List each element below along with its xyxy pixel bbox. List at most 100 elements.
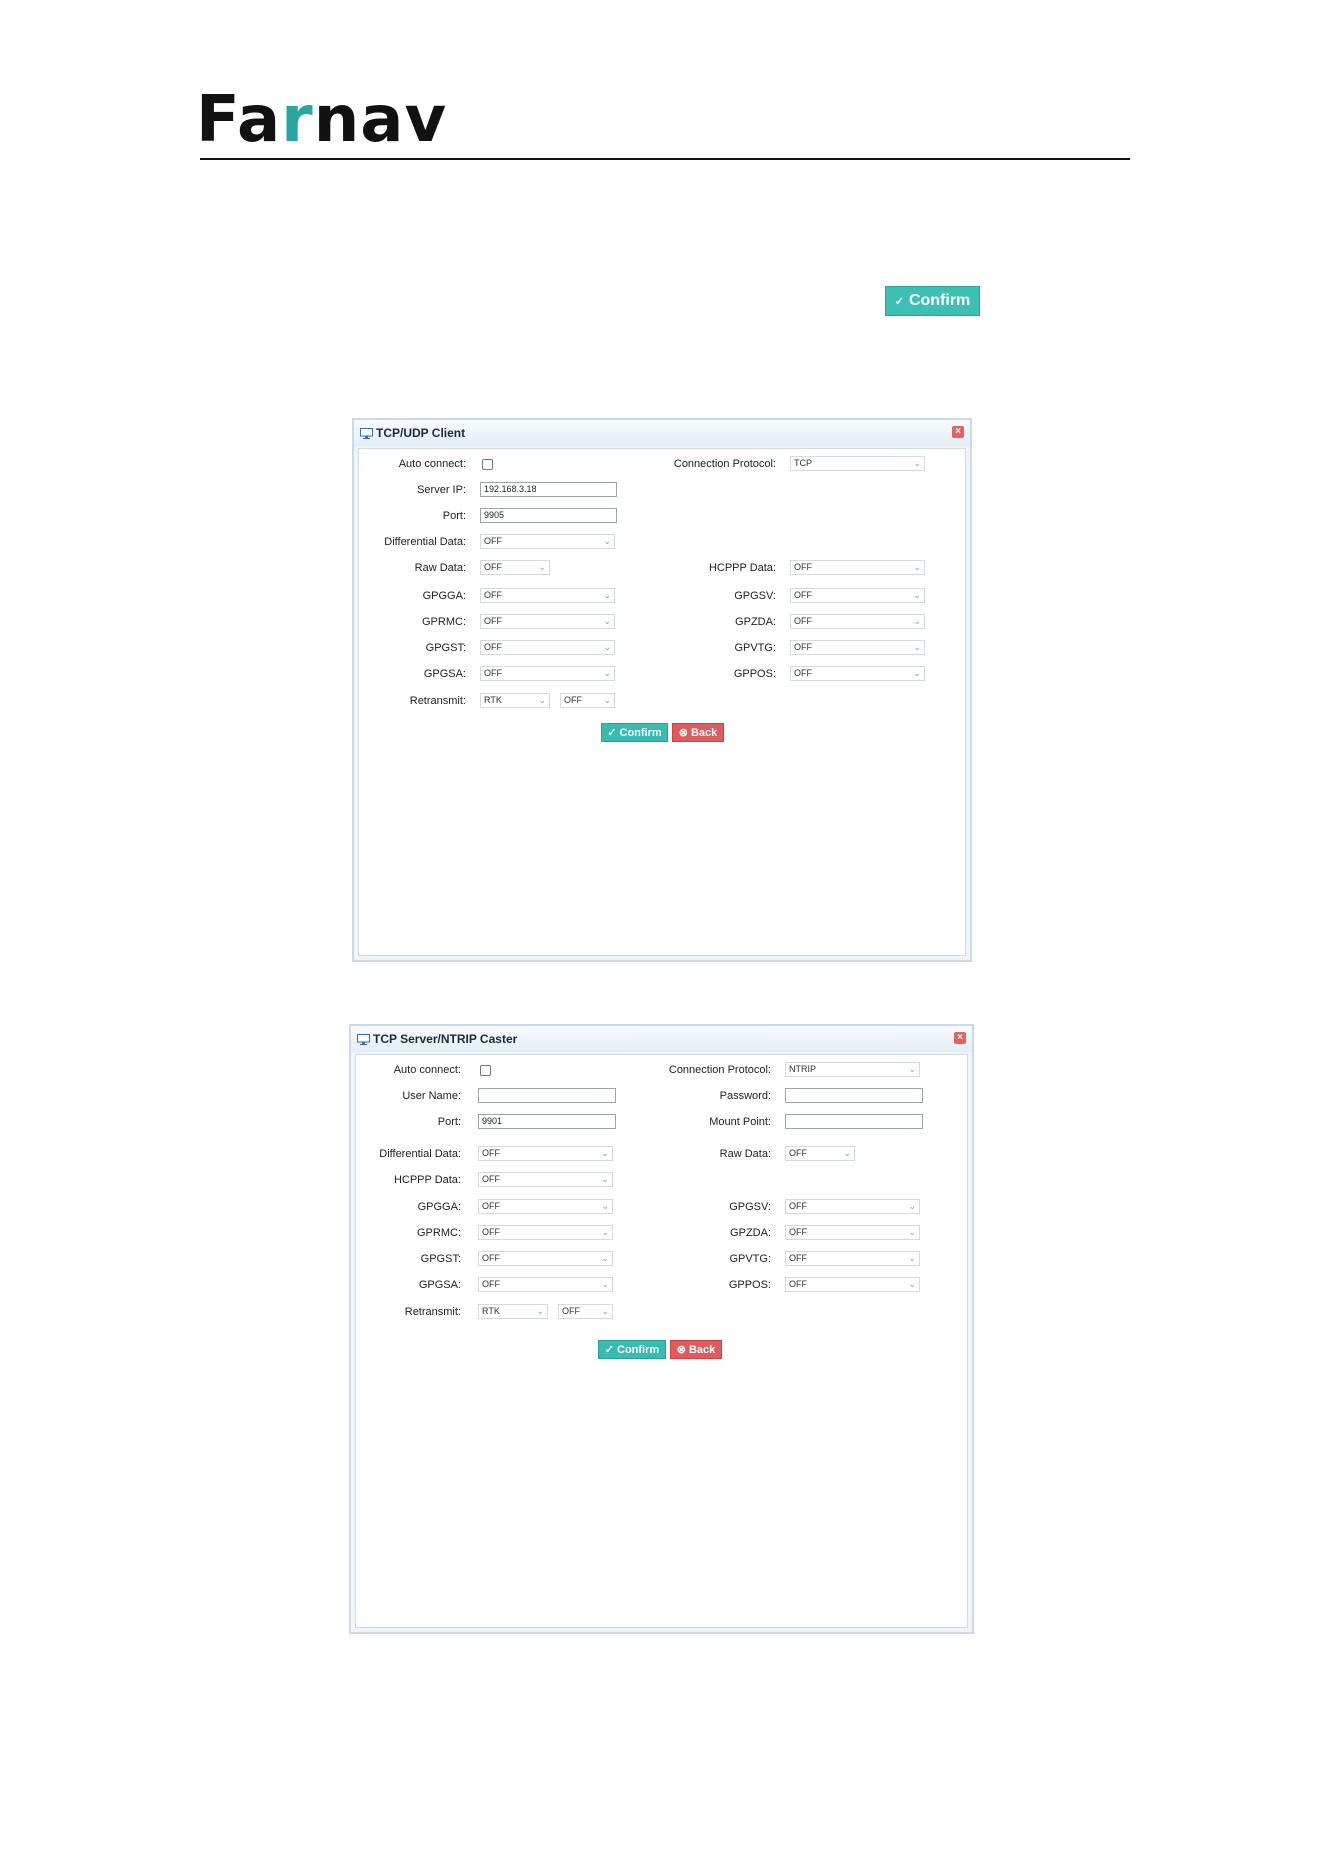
gprmc-label: GPRMC: (417, 1227, 461, 1239)
password-input[interactable] (785, 1088, 923, 1103)
gpgga-value: OFF (484, 590, 502, 600)
retransmit-secondary-select[interactable]: OFF ⌄ (558, 1304, 613, 1319)
gpgsa-select[interactable]: OFF ⌄ (478, 1277, 613, 1292)
inline-confirm-label: Confirm (908, 292, 971, 309)
auto-connect-checkbox[interactable] (482, 459, 493, 470)
dialog-titlebar: TCP/UDP Client × (354, 420, 970, 446)
header-divider (200, 158, 1130, 160)
chevron-down-icon: ⌄ (536, 1306, 544, 1316)
gpgsv-value: OFF (794, 590, 812, 600)
gpgsa-label: GPGSA: (418, 1279, 461, 1291)
port-label: Port: (437, 1116, 461, 1128)
dialog-title: TCP/UDP Client (376, 426, 466, 440)
close-icon[interactable]: × (952, 426, 964, 438)
port-input[interactable]: 9905 (480, 508, 617, 523)
username-label: User Name: (402, 1090, 461, 1102)
chevron-down-icon: ⌄ (601, 1148, 609, 1158)
chevron-down-icon: ⌄ (913, 590, 921, 600)
retransmit-value: RTK (484, 695, 502, 705)
username-input[interactable] (478, 1088, 616, 1103)
gpgga-select[interactable]: OFF ⌄ (480, 588, 615, 603)
raw-data-value: OFF (484, 562, 502, 572)
gpgsa-select[interactable]: OFF ⌄ (480, 666, 615, 681)
chevron-down-icon: ⌄ (603, 642, 611, 652)
raw-data-select[interactable]: OFF ⌄ (480, 560, 550, 575)
mount-point-label: Mount Point: (709, 1116, 771, 1128)
differential-data-select[interactable]: OFF ⌄ (478, 1146, 613, 1161)
gpvtg-select[interactable]: OFF ⌄ (790, 640, 925, 655)
gpgga-label: GPGGA: (417, 1201, 461, 1213)
hcppp-data-value: OFF (482, 1174, 500, 1184)
connection-protocol-select[interactable]: NTRIP ⌄ (785, 1062, 920, 1077)
auto-connect-checbox[interactable] (480, 1065, 491, 1076)
raw-data-value: OFF (789, 1148, 807, 1158)
gpgsv-select[interactable]: OFF ⌄ (785, 1199, 920, 1214)
gpgst-value: OFF (482, 1253, 500, 1263)
gprmc-value: OFF (482, 1227, 500, 1237)
gpvtg-select[interactable]: OFF ⌄ (785, 1251, 920, 1266)
chevron-down-icon: ⌄ (601, 1279, 609, 1289)
hcppp-data-label: HCPPP Data: (393, 1174, 461, 1186)
hcppp-data-value: OFF (794, 562, 812, 572)
raw-data-label: Raw Data: (414, 562, 466, 574)
x-circle-icon: ⊗ (676, 1344, 686, 1356)
gpzda-value: OFF (789, 1227, 807, 1237)
retransmit-secondary-select[interactable]: OFF ⌄ (560, 693, 615, 708)
hcppp-data-select[interactable]: OFF ⌄ (790, 560, 925, 575)
gprmc-value: OFF (484, 616, 502, 626)
confirm-label: Confirm (619, 726, 662, 739)
gpgst-select[interactable]: OFF ⌄ (480, 640, 615, 655)
gpgst-label: GPGST: (425, 642, 466, 654)
chevron-down-icon: ⌄ (603, 668, 611, 678)
confirm-button[interactable]: ✓ Confirm (601, 723, 668, 742)
chevron-down-icon: ⌄ (908, 1201, 916, 1211)
server-ip-input[interactable]: 192.168.3.18 (480, 482, 617, 497)
differential-data-value: OFF (484, 536, 502, 546)
chevron-down-icon: ⌄ (538, 562, 546, 572)
server-ip-label: Server IP: (417, 484, 466, 496)
chevron-down-icon: ⌄ (913, 562, 921, 572)
differential-data-label: Differential Data: (384, 536, 466, 548)
gprmc-select[interactable]: OFF ⌄ (480, 614, 615, 629)
gpvtg-value: OFF (789, 1253, 807, 1263)
retransmit-select[interactable]: RTK ⌄ (480, 693, 550, 708)
chevron-down-icon: ⌄ (538, 695, 546, 705)
differential-data-select[interactable]: OFF ⌄ (480, 534, 615, 549)
chevron-down-icon: ⌄ (601, 1227, 609, 1237)
mount-point-input[interactable] (785, 1114, 923, 1129)
back-button[interactable]: ⊗ Back (670, 1340, 722, 1359)
farnav-logo: Farnav (196, 83, 448, 157)
confirm-button[interactable]: ✓ Confirm (598, 1340, 666, 1359)
gppos-select[interactable]: OFF ⌄ (790, 666, 925, 681)
connection-protocol-value: TCP (794, 458, 812, 468)
gpgsa-value: OFF (484, 668, 502, 678)
auto-connect-label: Auto connect: (398, 458, 466, 470)
tcp-server-ntrip-caster-dialog: TCP Server/NTRIP Caster × Auto connect: … (349, 1024, 974, 1634)
connection-protocol-select[interactable]: TCP ⌄ (790, 456, 925, 471)
chevron-down-icon: ⌄ (913, 642, 921, 652)
gpgga-select[interactable]: OFF ⌄ (478, 1199, 613, 1214)
hcppp-data-select[interactable]: OFF ⌄ (478, 1172, 613, 1187)
back-label: Back (690, 726, 718, 739)
chevron-down-icon: ⌄ (913, 616, 921, 626)
back-button[interactable]: ⊗ Back (672, 723, 724, 742)
gpgsv-select[interactable]: OFF ⌄ (790, 588, 925, 603)
gprmc-select[interactable]: OFF ⌄ (478, 1225, 613, 1240)
chevron-down-icon: ⌄ (601, 1306, 609, 1316)
gppos-select[interactable]: OFF ⌄ (785, 1277, 920, 1292)
gpgst-value: OFF (484, 642, 502, 652)
gpzda-select[interactable]: OFF ⌄ (790, 614, 925, 629)
close-icon[interactable]: × (954, 1032, 966, 1044)
gpzda-select[interactable]: OFF ⌄ (785, 1225, 920, 1240)
port-input[interactable]: 9901 (478, 1114, 616, 1129)
raw-data-label: Raw Data: (719, 1148, 771, 1160)
gpgga-label: GPGGA: (422, 590, 466, 602)
hcppp-data-label: HCPPP Data: (708, 562, 776, 574)
gpgst-select[interactable]: OFF ⌄ (478, 1251, 613, 1266)
inline-confirm-button[interactable]: ✓ Confirm (885, 286, 980, 316)
chevron-down-icon: ⌄ (908, 1253, 916, 1263)
raw-data-select[interactable]: OFF ⌄ (785, 1146, 855, 1161)
chevron-down-icon: ⌄ (603, 590, 611, 600)
retransmit-secondary-value: OFF (564, 695, 582, 705)
retransmit-select[interactable]: RTK ⌄ (478, 1304, 548, 1319)
